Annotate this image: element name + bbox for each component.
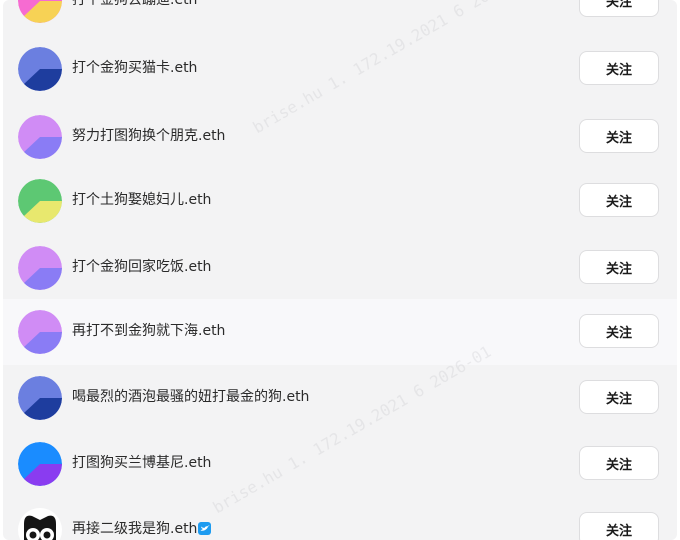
user-name[interactable]: 打图狗买兰博基尼.eth: [72, 453, 211, 473]
follow-button[interactable]: 关注: [579, 119, 659, 153]
list-item[interactable]: 打个金狗买猫卡.eth 关注: [3, 36, 677, 102]
avatar[interactable]: [18, 115, 62, 159]
user-name-text: 再打不到金狗就下海.eth: [72, 323, 226, 339]
follow-button[interactable]: 关注: [579, 51, 659, 85]
user-name-text: 再接二级我是狗.eth: [72, 521, 198, 537]
list-item[interactable]: 打个金狗去蹦迪.eth 关注: [3, 0, 677, 34]
user-name[interactable]: 打个金狗回家吃饭.eth: [72, 257, 211, 277]
follow-button[interactable]: 关注: [579, 380, 659, 414]
user-name[interactable]: 打个金狗去蹦迪.eth: [72, 0, 197, 10]
user-name-text: 打个土狗娶媳妇儿.eth: [72, 192, 212, 208]
user-name[interactable]: 喝最烈的酒泡最骚的妞打最金的狗.eth: [72, 387, 309, 407]
user-name[interactable]: 再接二级我是狗.eth: [72, 519, 212, 539]
follow-button[interactable]: 关注: [579, 512, 659, 540]
follow-button[interactable]: 关注: [579, 314, 659, 348]
user-name[interactable]: 打个金狗买猫卡.eth: [72, 58, 197, 78]
user-name-text: 打个金狗去蹦迪.eth: [72, 0, 198, 8]
avatar[interactable]: [18, 47, 62, 91]
avatar[interactable]: [18, 310, 62, 354]
list-item[interactable]: 打个土狗娶媳妇儿.eth 关注: [3, 168, 677, 234]
user-name[interactable]: 打个土狗娶媳妇儿.eth: [72, 190, 211, 210]
user-name[interactable]: 再打不到金狗就下海.eth: [72, 321, 225, 341]
list-item[interactable]: 努力打图狗换个朋克.eth 关注: [3, 104, 677, 170]
follow-button[interactable]: 关注: [579, 446, 659, 480]
avatar[interactable]: [18, 442, 62, 486]
twitter-verified-icon: [198, 522, 212, 535]
avatar[interactable]: [18, 179, 62, 223]
user-name[interactable]: 努力打图狗换个朋克.eth: [72, 126, 225, 146]
avatar[interactable]: [18, 246, 62, 290]
avatar[interactable]: [18, 376, 62, 420]
follow-button[interactable]: 关注: [579, 250, 659, 284]
user-name-text: 打个金狗买猫卡.eth: [72, 60, 198, 76]
user-name-text: 喝最烈的酒泡最骚的妞打最金的狗.eth: [72, 389, 310, 405]
list-item[interactable]: 再打不到金狗就下海.eth 关注: [3, 299, 677, 365]
avatar[interactable]: [18, 0, 62, 23]
follow-suggestions-list: 打个金狗去蹦迪.eth 关注 打个金狗买猫卡.eth 关注 努力打图狗换个朋克.eth 关…: [3, 0, 677, 540]
follow-button[interactable]: 关注: [579, 0, 659, 17]
list-item[interactable]: 打图狗买兰博基尼.eth 关注: [3, 431, 677, 497]
avatar[interactable]: [18, 508, 62, 540]
user-name-text: 努力打图狗换个朋克.eth: [72, 128, 226, 144]
list-item[interactable]: 再接二级我是狗.eth 关注: [3, 497, 677, 540]
follow-button[interactable]: 关注: [579, 183, 659, 217]
list-item[interactable]: 打个金狗回家吃饭.eth 关注: [3, 235, 677, 301]
list-item[interactable]: 喝最烈的酒泡最骚的妞打最金的狗.eth 关注: [3, 365, 677, 431]
user-name-text: 打图狗买兰博基尼.eth: [72, 455, 212, 471]
user-name-text: 打个金狗回家吃饭.eth: [72, 259, 212, 275]
